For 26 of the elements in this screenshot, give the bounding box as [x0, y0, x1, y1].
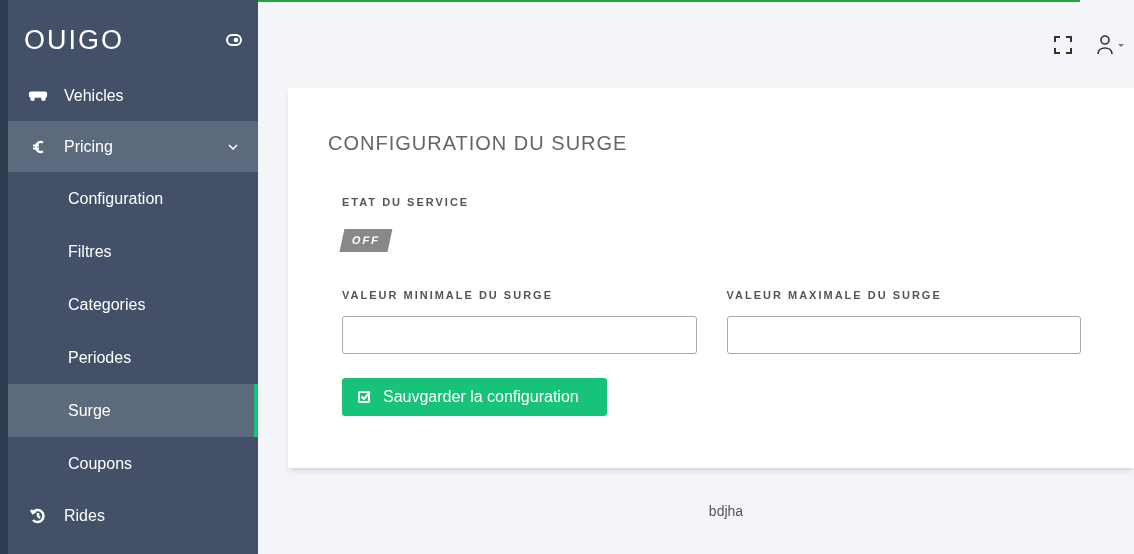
sidebar-item[interactable]: Pricing	[8, 121, 258, 172]
sidebar-item[interactable]: Vehicles	[8, 70, 258, 121]
sidebar-item[interactable]: Rides	[8, 490, 258, 541]
vehicle-icon	[28, 89, 48, 102]
submenu-item[interactable]: Filtres	[8, 225, 258, 278]
user-icon[interactable]	[1096, 35, 1126, 55]
footer-text: bdjha	[708, 501, 744, 521]
field-label: ETAT DU SERVICE	[342, 195, 471, 210]
toggle-icon[interactable]	[226, 34, 242, 46]
submenu-item[interactable]: Periodes	[8, 331, 258, 384]
service-toggle[interactable]: OFF	[339, 228, 393, 251]
input-field[interactable]	[726, 315, 1081, 354]
input-field[interactable]	[342, 315, 697, 354]
field-label: VALEUR MINIMALE DU SURGE	[342, 288, 554, 303]
chevron-icon	[228, 143, 238, 150]
submenu-item[interactable]: Categories	[8, 278, 258, 331]
submenu-item[interactable]: Coupons	[8, 437, 258, 490]
field-label: VALEUR MAXIMALE DU SURGE	[726, 288, 943, 303]
history-icon	[30, 507, 46, 524]
brand-logo: OUIGO	[24, 23, 124, 57]
checkbox-icon	[358, 390, 371, 403]
submenu-item[interactable]: Configuration	[8, 172, 258, 225]
card-title: CONFIGURATION DU SURGE	[328, 131, 629, 156]
euro-icon	[32, 139, 44, 154]
fullscreen-icon[interactable]	[1054, 36, 1072, 54]
submenu-item[interactable]: Surge	[8, 384, 258, 437]
